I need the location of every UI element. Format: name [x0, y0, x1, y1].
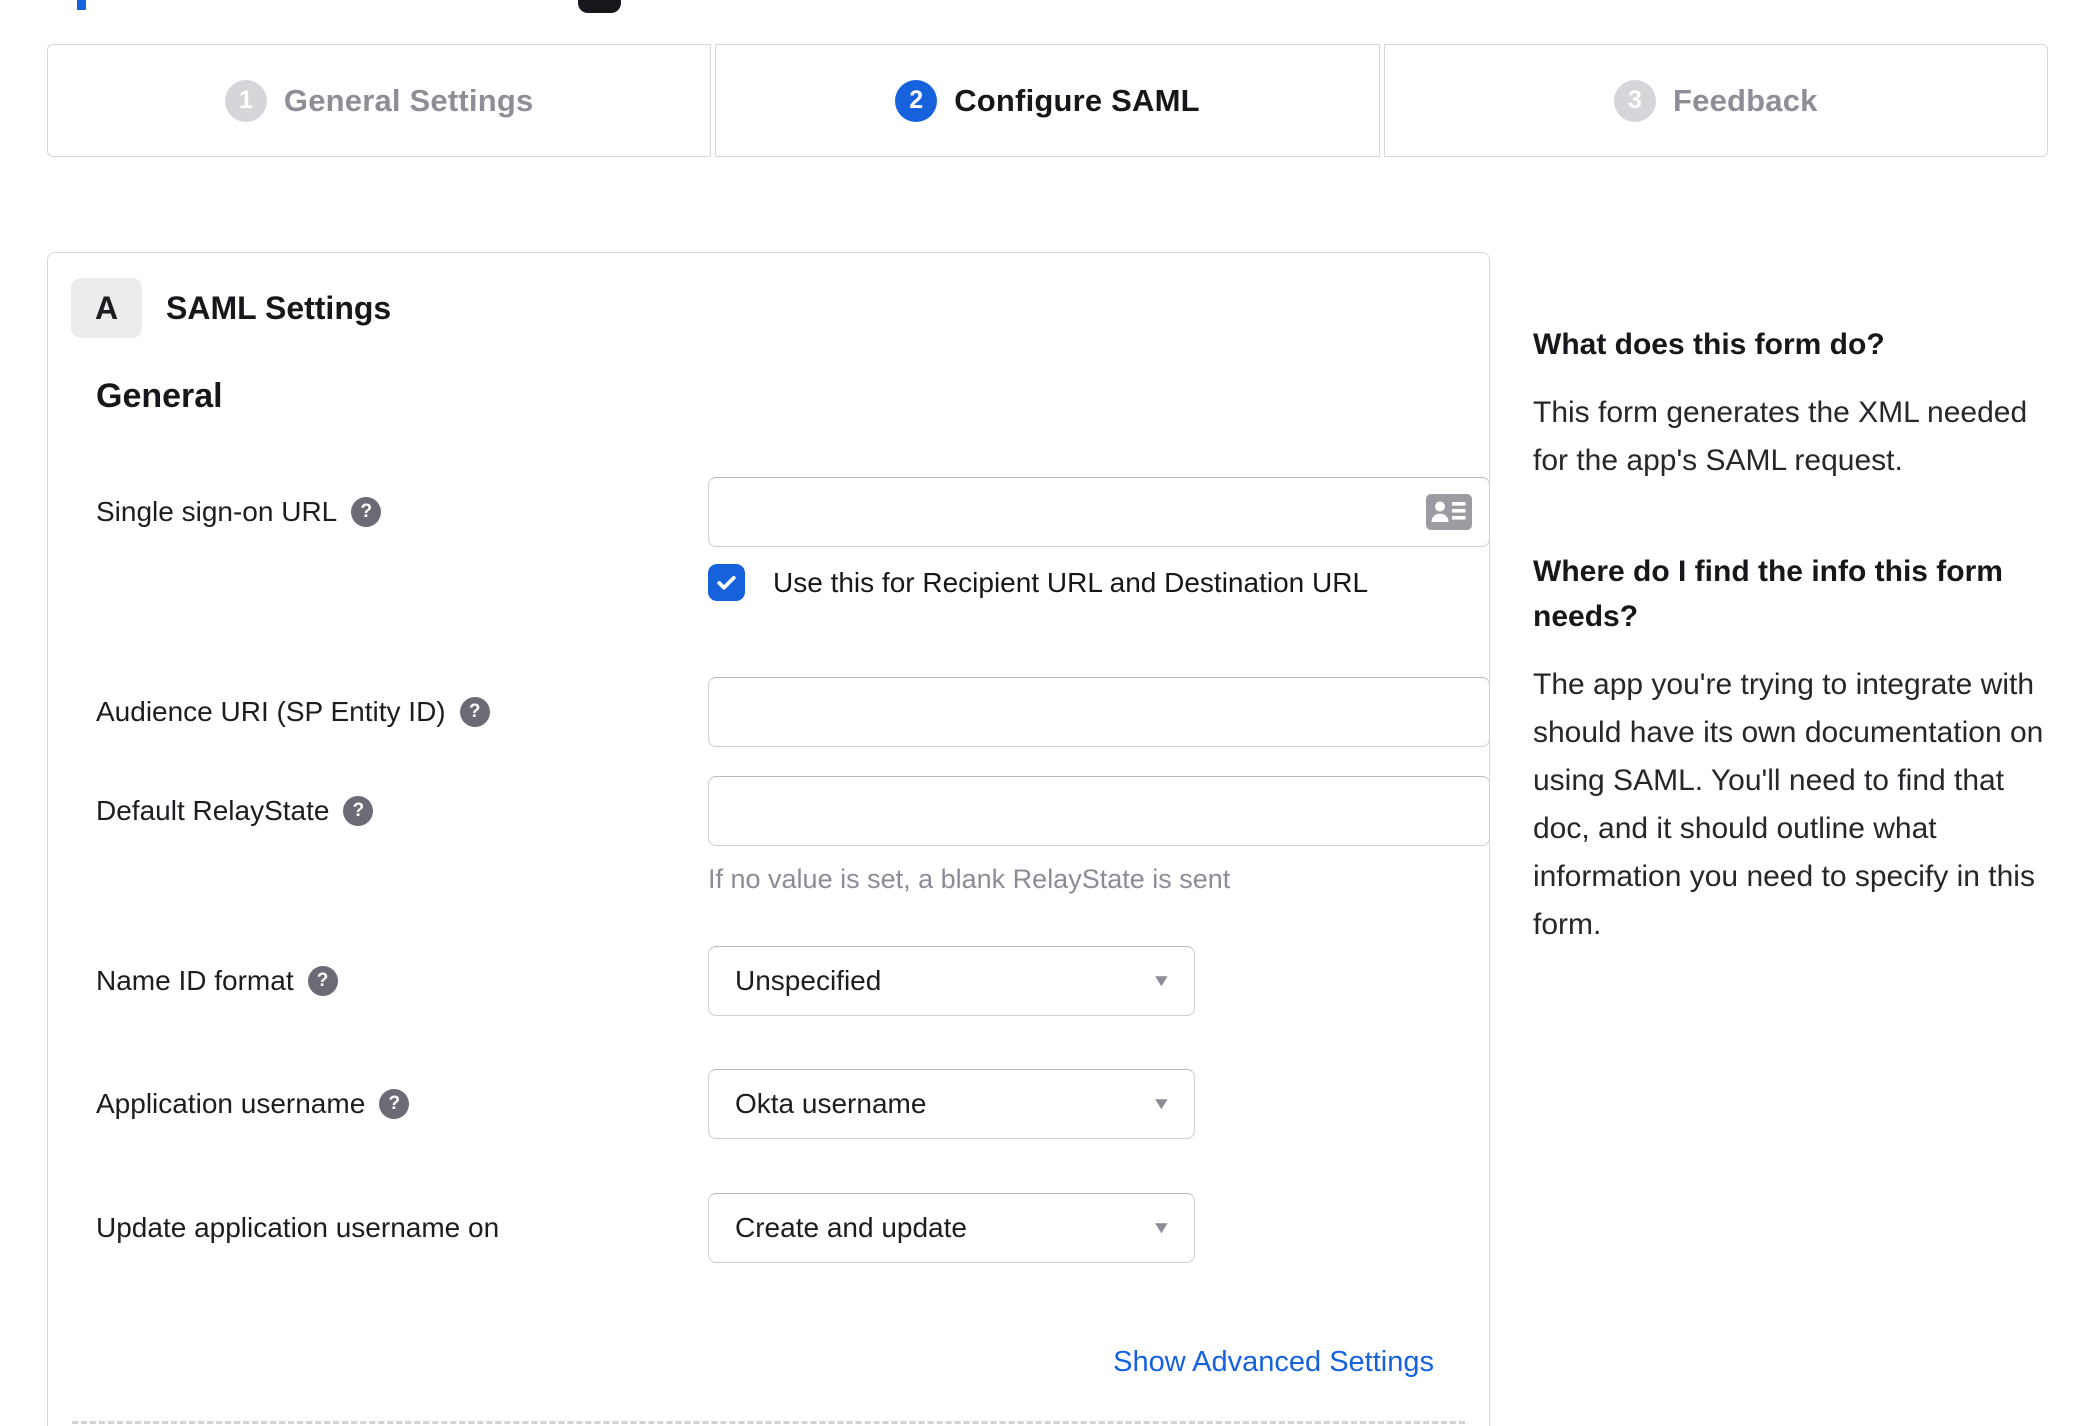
help-sidebar: What does this form do? This form genera… — [1533, 322, 2055, 1013]
app-username-label-wrap: Application username ? — [96, 1069, 410, 1139]
step-label: Feedback — [1673, 82, 1818, 118]
step-number-badge: 3 — [1614, 79, 1656, 122]
checkmark-icon — [717, 575, 736, 590]
cut-off-dark-fragment — [578, 0, 621, 13]
update-app-username-label-wrap: Update application username on — [96, 1193, 499, 1263]
configure-saml-page: 1 General Settings 2 Configure SAML 3 Fe… — [0, 0, 2092, 1426]
sso-url-label-wrap: Single sign-on URL ? — [96, 477, 382, 547]
audience-uri-label: Audience URI (SP Entity ID) — [96, 696, 446, 727]
wizard-stepper: 1 General Settings 2 Configure SAML 3 Fe… — [47, 44, 2048, 157]
relay-state-hint: If no value is set, a blank RelayState i… — [708, 864, 1231, 894]
help-icon[interactable]: ? — [459, 697, 490, 727]
help-icon[interactable]: ? — [343, 796, 374, 826]
sso-url-label: Single sign-on URL — [96, 496, 338, 527]
step-label: General Settings — [283, 82, 534, 118]
sidebar-heading-what: What does this form do? — [1533, 328, 1885, 361]
contact-card-icon — [1426, 494, 1472, 530]
update-app-username-value: Create and update — [735, 1212, 967, 1243]
name-id-format-value: Unspecified — [735, 965, 882, 996]
help-icon[interactable]: ? — [351, 497, 382, 527]
relay-state-input[interactable] — [708, 776, 1490, 846]
show-advanced-settings-link[interactable]: Show Advanced Settings — [1113, 1346, 1434, 1379]
name-id-format-label-wrap: Name ID format ? — [96, 946, 338, 1016]
recipient-url-checkbox-label: Use this for Recipient URL and Destinati… — [773, 566, 1369, 598]
step-feedback[interactable]: 3 Feedback — [1383, 44, 2048, 157]
audience-uri-input[interactable] — [708, 677, 1490, 747]
general-group-title: General — [96, 377, 223, 415]
help-icon[interactable]: ? — [379, 1089, 410, 1119]
step-number-badge: 2 — [895, 79, 938, 122]
step-general-settings[interactable]: 1 General Settings — [47, 44, 712, 157]
name-id-format-label: Name ID format — [96, 965, 294, 996]
audience-uri-label-wrap: Audience URI (SP Entity ID) ? — [96, 677, 490, 747]
recipient-url-checkbox[interactable] — [708, 564, 745, 601]
app-username-label: Application username — [96, 1088, 366, 1119]
chevron-down-icon: ▼ — [1151, 1094, 1173, 1113]
step-configure-saml[interactable]: 2 Configure SAML — [715, 44, 1380, 157]
section-a-badge: A — [71, 278, 142, 338]
chevron-down-icon: ▼ — [1151, 1218, 1173, 1237]
sidebar-body-where: The app you're trying to integrate with … — [1533, 668, 2044, 941]
sidebar-body-what: This form generates the XML needed for t… — [1533, 396, 2028, 477]
relay-state-label-wrap: Default RelayState ? — [96, 776, 374, 846]
step-label: Configure SAML — [954, 82, 1200, 118]
recipient-url-checkbox-row: Use this for Recipient URL and Destinati… — [708, 564, 1490, 601]
update-app-username-select[interactable]: Create and update ▼ — [708, 1193, 1195, 1263]
cut-off-blue-fragment — [77, 0, 86, 10]
name-id-format-select[interactable]: Unspecified ▼ — [708, 946, 1195, 1016]
saml-settings-panel: A SAML Settings General Single sign-on U… — [47, 252, 1490, 1426]
relay-state-label: Default RelayState — [96, 795, 330, 826]
section-dashed-divider — [72, 1421, 1465, 1424]
sso-url-input[interactable] — [708, 477, 1490, 547]
help-icon[interactable]: ? — [307, 966, 338, 996]
app-username-value: Okta username — [735, 1088, 927, 1119]
app-username-select[interactable]: Okta username ▼ — [708, 1069, 1195, 1139]
chevron-down-icon: ▼ — [1151, 971, 1173, 990]
update-app-username-label: Update application username on — [96, 1212, 500, 1243]
panel-title: SAML Settings — [166, 289, 392, 326]
sidebar-heading-where: Where do I find the info this form needs… — [1533, 555, 2003, 633]
step-number-badge: 1 — [224, 79, 267, 122]
